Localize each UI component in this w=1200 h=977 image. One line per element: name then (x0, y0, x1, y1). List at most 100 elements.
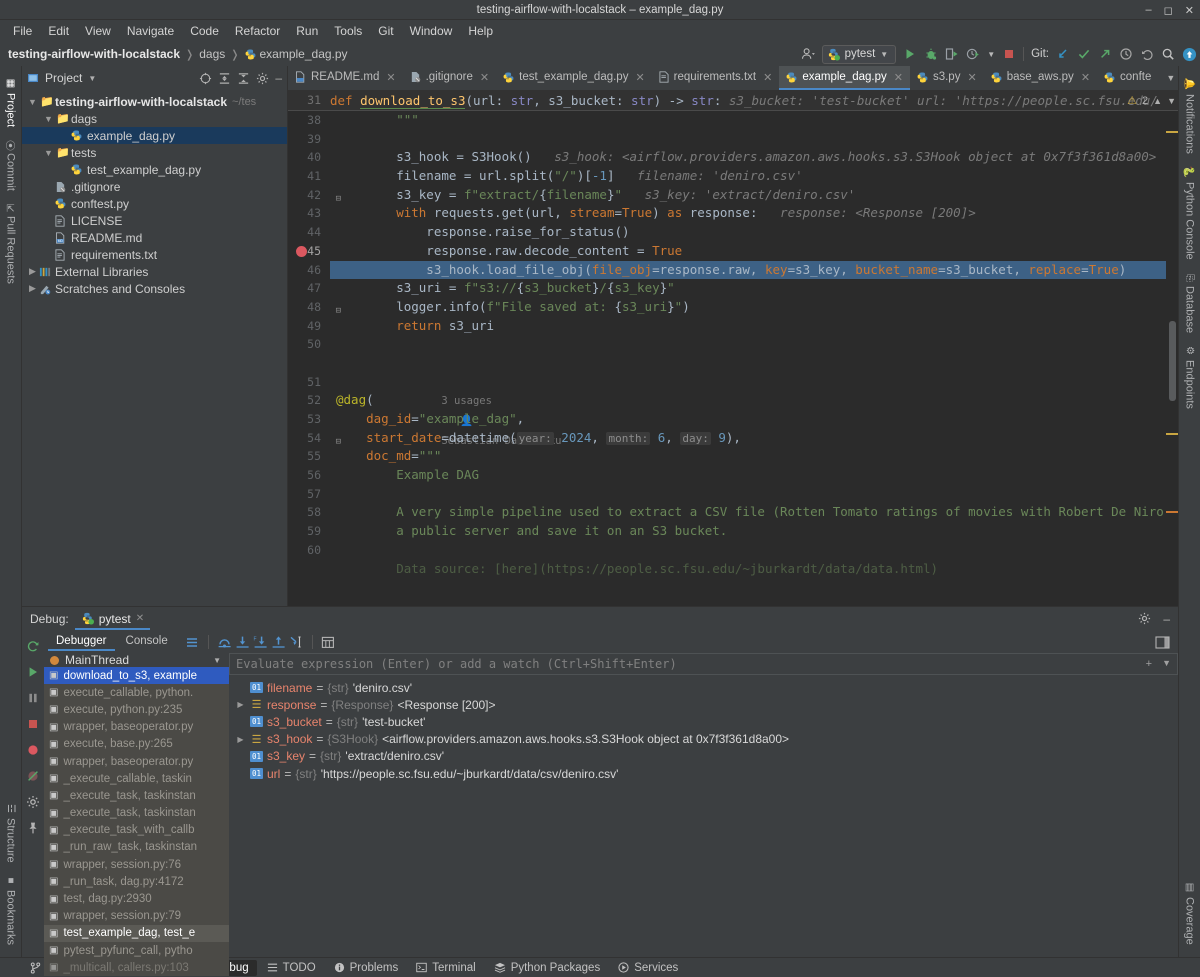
error-stripe-mark[interactable] (1166, 433, 1178, 435)
tab-base-aws-py[interactable]: base_aws.py ✕ (984, 66, 1097, 90)
tab-s3-py[interactable]: s3.py ✕ (910, 66, 984, 90)
run-icon[interactable] (903, 47, 917, 61)
run-configuration-selector[interactable]: pytest ▼ (821, 44, 897, 64)
sidebar-item-structure[interactable]: ☲ Structure (5, 797, 17, 869)
frame-item[interactable]: ▣ execute, python.py:235 (44, 701, 229, 718)
collapse-all-icon[interactable] (237, 72, 250, 85)
breakpoints-icon[interactable] (26, 742, 41, 757)
tab-gitignore[interactable]: .gitignore ✕ (403, 66, 497, 90)
step-out-icon[interactable] (271, 635, 286, 650)
updates-icon[interactable] (1182, 47, 1197, 62)
evaluate-icon[interactable] (321, 635, 336, 650)
tool-button-todo[interactable]: TODO (259, 960, 324, 976)
tab-readme-md[interactable]: README.md ✕ (288, 66, 403, 90)
chevron-down-icon[interactable]: ▼ (987, 50, 995, 59)
variable-row[interactable]: 01 filename = {str} 'deniro.csv' (229, 679, 1178, 696)
error-stripe-mark[interactable] (1166, 131, 1178, 133)
frame-item[interactable]: ▣ pytest_pyfunc_call, pytho (44, 942, 229, 959)
close-icon[interactable]: ✕ (1185, 4, 1194, 17)
resume-icon[interactable] (26, 664, 41, 679)
settings-icon[interactable] (26, 794, 41, 809)
chevron-down-icon[interactable]: ▼ (213, 656, 229, 665)
variable-row[interactable]: 01 s3_bucket = {str} 'test-bucket' (229, 713, 1178, 730)
editor-scrollbar[interactable] (1166, 111, 1178, 606)
profile-icon[interactable] (966, 47, 980, 61)
editor-gutter[interactable]: 38 39 40 41 42 ⊟ 43 44 45 46 47 48 ⊟ 49 50 (288, 111, 341, 606)
locate-icon[interactable] (199, 72, 212, 85)
frame-item[interactable]: ▣ wrapper, session.py:79 (44, 908, 229, 925)
tab-example-dag-py[interactable]: example_dag.py ✕ (779, 66, 910, 90)
menu-item-run[interactable]: Run (289, 22, 325, 40)
step-over-icon[interactable] (217, 635, 232, 650)
pause-icon[interactable] (26, 690, 41, 705)
menu-item-code[interactable]: Code (183, 22, 226, 40)
sidebar-item-python-console[interactable]: 🐍 Python Console (1183, 160, 1195, 266)
git-commit-icon[interactable] (1077, 47, 1091, 61)
force-step-into-icon[interactable]: F (253, 635, 268, 650)
chevron-down-icon[interactable]: ▼ (88, 74, 96, 83)
frame-item[interactable]: ▣ _execute_task, taskinstan (44, 787, 229, 804)
chevron-down-icon[interactable]: ▼ (1162, 658, 1171, 670)
error-stripe-mark[interactable] (1166, 511, 1178, 513)
tree-item-example-dag-py[interactable]: example_dag.py (22, 127, 287, 144)
close-icon[interactable]: ✕ (635, 71, 644, 84)
frame-item[interactable]: ▣ test_example_dag, test_e (44, 924, 229, 942)
git-update-icon[interactable] (1056, 47, 1070, 61)
user-avatar-icon[interactable] (801, 47, 815, 61)
tree-item-tests[interactable]: ▼ 📁 tests (22, 144, 287, 161)
debug-icon[interactable] (924, 47, 938, 61)
menu-item-file[interactable]: File (6, 22, 39, 40)
variable-row[interactable]: 01 s3_key = {str} 'extract/deniro.csv' (229, 748, 1178, 765)
run-coverage-icon[interactable] (945, 47, 959, 61)
git-push-icon[interactable] (1098, 47, 1112, 61)
frame-item[interactable]: ▣ _execute_task_with_callb (44, 822, 229, 839)
sidebar-item-database[interactable]: ⎘ Database (1184, 266, 1196, 339)
chevron-right-icon[interactable]: ▶ (26, 283, 39, 294)
frame-item[interactable]: ▣ download_to_s3, example (44, 667, 229, 685)
tree-item-dags[interactable]: ▼ 📁 dags (22, 110, 287, 127)
history-icon[interactable] (1119, 47, 1133, 61)
tree-item-gitignore[interactable]: .gitignore (22, 178, 287, 195)
scrollbar-thumb[interactable] (1169, 321, 1176, 401)
debug-session-tab[interactable]: pytest ✕ (74, 609, 151, 630)
variable-row[interactable]: ▶ ☰ response = {Response} <Response [200… (229, 696, 1178, 713)
tree-item-license[interactable]: LICENSE (22, 212, 287, 229)
rerun-icon[interactable] (26, 638, 41, 653)
expand-all-icon[interactable] (218, 72, 231, 85)
thread-selector[interactable]: MainThread ▼ (44, 653, 229, 667)
restore-layout-icon[interactable] (1155, 635, 1170, 650)
run-to-cursor-icon[interactable] (289, 635, 304, 650)
tool-button-terminal[interactable]: Terminal (408, 960, 483, 976)
close-icon[interactable]: ✕ (386, 71, 395, 84)
breakpoint-icon[interactable] (296, 245, 307, 257)
variable-row[interactable]: 01 url = {str} 'https://people.sc.fsu.ed… (229, 765, 1178, 782)
minimize-icon[interactable]: – (1146, 4, 1152, 16)
sidebar-item-pull-requests[interactable]: ⇲ Pull Requests (5, 197, 17, 289)
tree-item-external-libraries[interactable]: ▶ External Libraries (22, 263, 287, 280)
close-icon[interactable]: ✕ (763, 71, 772, 84)
menu-item-edit[interactable]: Edit (41, 22, 76, 40)
evaluate-expression-input[interactable]: Evaluate expression (Enter) or add a wat… (229, 653, 1178, 675)
sidebar-item-coverage[interactable]: ▤ Coverage (1184, 876, 1196, 951)
chevron-down-icon[interactable]: ▼ (1166, 73, 1175, 83)
hide-icon[interactable]: – (275, 71, 282, 85)
tab-debugger[interactable]: Debugger (48, 633, 115, 651)
frame-item[interactable]: ▣ _execute_task, taskinstan (44, 805, 229, 822)
breadcrumb-file[interactable]: example_dag.py (260, 47, 348, 61)
sidebar-item-commit[interactable]: ⦿ Commit (3, 133, 18, 197)
chevron-up-icon[interactable]: ▲ (1153, 96, 1162, 106)
frame-item[interactable]: ▣ _run_raw_task, taskinstan (44, 839, 229, 856)
menu-item-git[interactable]: Git (371, 22, 400, 40)
tab-requirements-txt[interactable]: requirements.txt ✕ (652, 66, 780, 90)
pin-icon[interactable] (26, 820, 41, 835)
step-into-icon[interactable] (235, 635, 250, 650)
tab-console[interactable]: Console (118, 633, 176, 651)
tool-button-services[interactable]: Services (610, 960, 686, 976)
tree-item-test-example-dag-py[interactable]: test_example_dag.py (22, 161, 287, 178)
code-lines[interactable]: """ s3_hook = S3Hook() s3_hook: <airflow… (330, 111, 1178, 606)
undo-icon[interactable] (1140, 47, 1154, 61)
sidebar-item-project[interactable]: ▦ Project (5, 72, 17, 133)
menu-item-tools[interactable]: Tools (327, 22, 369, 40)
menu-item-window[interactable]: Window (403, 22, 460, 40)
frame-item[interactable]: ▣ wrapper, baseoperator.py (44, 719, 229, 736)
